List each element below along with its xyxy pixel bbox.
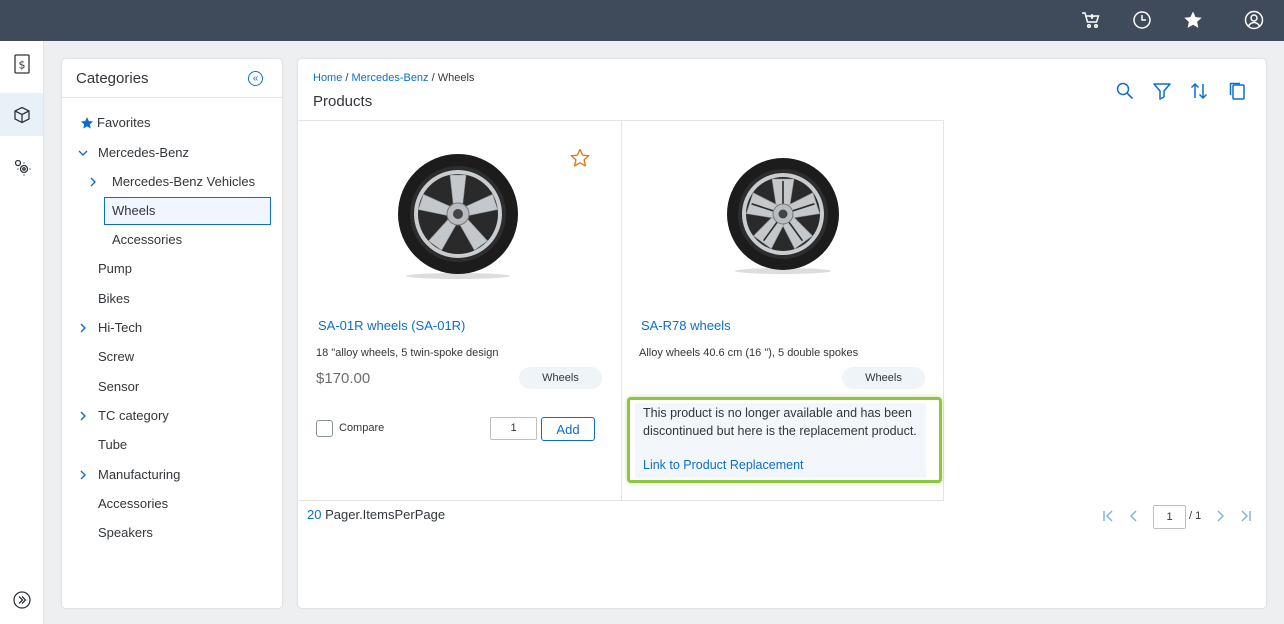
settings-icon[interactable]	[0, 145, 43, 188]
tree-item-wheels[interactable]: Wheels	[112, 201, 155, 221]
categories-panel: Categories « Favorites Mercedes-Benz Mer…	[62, 59, 282, 608]
tree-item-manufacturing[interactable]: Manufacturing	[98, 465, 180, 485]
tree-item-accessories[interactable]: Accessories	[112, 230, 182, 250]
chevron-right-icon[interactable]	[78, 323, 88, 333]
notice-text: This product is no longer available and …	[643, 406, 917, 438]
product-description: Alloy wheels 40.6 cm (16 "), 5 double sp…	[639, 347, 859, 359]
product-image[interactable]	[718, 151, 848, 281]
breadcrumb-mercedes-benz[interactable]: Mercedes-Benz	[352, 72, 429, 84]
favorites-star-icon	[80, 117, 94, 129]
tree-item-hi-tech[interactable]: Hi-Tech	[98, 318, 142, 338]
tree-item-tube[interactable]: Tube	[98, 435, 127, 455]
breadcrumb-separator: /	[428, 72, 438, 84]
tree-item-sensor[interactable]: Sensor	[98, 377, 139, 397]
expand-icon[interactable]	[0, 578, 43, 621]
replacement-link[interactable]: Link to Product Replacement	[643, 458, 804, 472]
category-tag: Wheels	[519, 367, 602, 389]
svg-text:$: $	[18, 58, 25, 71]
next-page-icon[interactable]	[1213, 509, 1227, 523]
star-icon[interactable]	[1182, 9, 1204, 31]
product-description: 18 "alloy wheels, 5 twin-spoke design	[316, 347, 499, 359]
page-title: Products	[313, 93, 373, 110]
category-tag: Wheels	[842, 367, 925, 389]
sort-icon[interactable]	[1189, 81, 1209, 101]
items-per-page-label: Pager.ItemsPerPage	[325, 507, 446, 522]
copy-icon[interactable]	[1227, 81, 1247, 101]
breadcrumb-current: Wheels	[437, 72, 475, 84]
tree-item-mercedes-benz-vehicles[interactable]: Mercedes-Benz Vehicles	[112, 172, 255, 192]
page-total: / 1	[1189, 510, 1202, 522]
chevron-right-icon[interactable]	[78, 470, 88, 480]
last-page-icon[interactable]	[1239, 509, 1253, 523]
dollar-document-icon[interactable]: $	[0, 42, 43, 85]
page-number-input[interactable]: 1	[1153, 505, 1186, 529]
compare-checkbox[interactable]	[316, 420, 333, 437]
filter-icon[interactable]	[1152, 81, 1172, 101]
product-name-link[interactable]: SA-R78 wheels	[641, 318, 731, 333]
search-icon[interactable]	[1115, 81, 1135, 101]
user-icon[interactable]	[1243, 9, 1265, 31]
quantity-input[interactable]: 1	[490, 417, 537, 440]
chevron-down-icon[interactable]	[78, 148, 88, 158]
chevron-right-icon[interactable]	[88, 177, 98, 187]
product-image[interactable]	[393, 151, 523, 281]
chevron-right-icon[interactable]	[78, 411, 88, 421]
collapse-icon[interactable]: «	[248, 71, 263, 86]
favorite-star-icon[interactable]	[570, 148, 590, 168]
add-to-cart-button[interactable]: Add	[541, 417, 595, 441]
side-navigation: $	[0, 41, 44, 624]
product-name-link[interactable]: SA-01R wheels (SA-01R)	[318, 318, 465, 333]
categories-title: Categories	[76, 70, 149, 87]
items-per-page-value[interactable]: 20	[307, 507, 321, 522]
cart-icon[interactable]	[1080, 9, 1102, 31]
discontinued-notice: This product is no longer available and …	[627, 397, 942, 483]
history-icon[interactable]	[1131, 9, 1153, 31]
first-page-icon[interactable]	[1101, 509, 1115, 523]
compare-label: Compare	[339, 422, 385, 434]
items-per-page: 20 Pager.ItemsPerPage	[307, 507, 445, 522]
previous-page-icon[interactable]	[1127, 509, 1141, 523]
breadcrumb-separator: /	[342, 72, 352, 84]
tree-item-screw[interactable]: Screw	[98, 347, 134, 367]
shell-bar	[0, 0, 1284, 41]
tree-item-tc-category[interactable]: TC category	[98, 406, 169, 426]
tree-item-speakers[interactable]: Speakers	[98, 523, 153, 543]
product-box-icon[interactable]	[0, 93, 43, 136]
breadcrumb: Home / Mercedes-Benz / Wheels	[313, 72, 474, 84]
product-card: SA-01R wheels (SA-01R) 18 "alloy wheels,…	[298, 120, 622, 501]
breadcrumb-home[interactable]: Home	[313, 72, 342, 84]
tree-item-bikes[interactable]: Bikes	[98, 289, 130, 309]
categories-header: Categories «	[62, 59, 282, 98]
tree-item-accessories-2[interactable]: Accessories	[98, 494, 168, 514]
tree-item-label: Favorites	[97, 115, 151, 130]
products-panel: Home / Mercedes-Benz / Wheels Products S…	[298, 59, 1266, 608]
product-card: SA-R78 wheels Alloy wheels 40.6 cm (16 "…	[621, 120, 944, 501]
product-price: $170.00	[316, 370, 371, 387]
tree-item-mercedes-benz[interactable]: Mercedes-Benz	[98, 143, 189, 163]
tree-item-pump[interactable]: Pump	[98, 259, 132, 279]
